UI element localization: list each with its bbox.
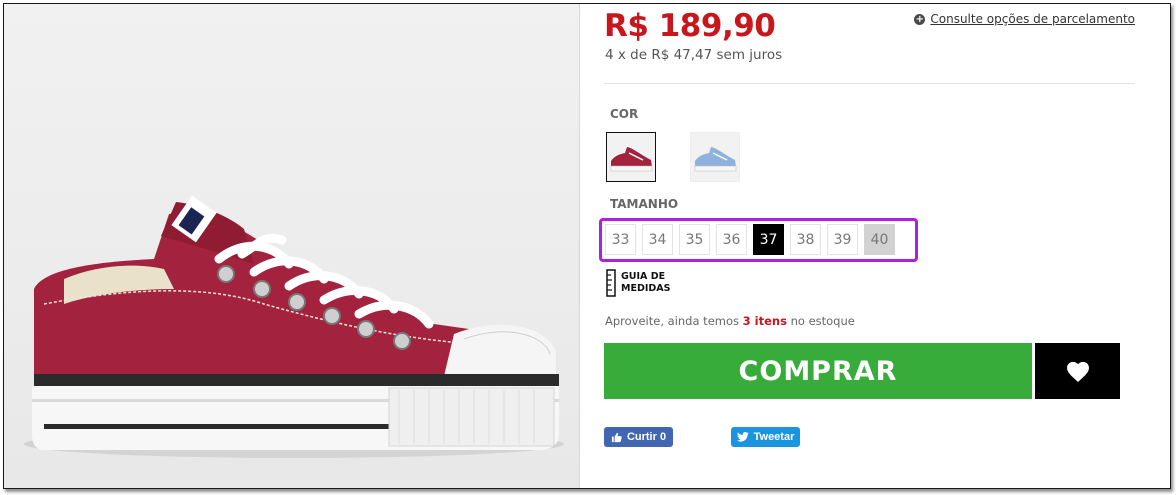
size-guide-label: GUIA DE MEDIDAS xyxy=(621,271,681,295)
size-guide-line2: MEDIDAS xyxy=(621,283,671,294)
product-page: R$ 189,90 4 x de R$ 47,47 sem juros + Co… xyxy=(3,3,1171,489)
stock-suffix: no estoque xyxy=(790,314,855,328)
heart-icon xyxy=(1066,361,1089,382)
color-swatch-bordo[interactable] xyxy=(606,132,656,182)
size-option-33[interactable]: 33 xyxy=(605,224,636,255)
size-option-40[interactable]: 40 xyxy=(864,224,895,255)
size-options: 33 34 35 36 37 38 39 40 xyxy=(605,224,895,255)
tweet-button[interactable]: Tweetar xyxy=(731,427,800,447)
plus-circle-icon: + xyxy=(914,13,926,25)
red-sneaker-thumbnail xyxy=(607,133,655,181)
size-option-35[interactable]: 35 xyxy=(679,224,710,255)
buy-button[interactable]: COMPRAR xyxy=(604,343,1032,399)
tweet-label: Tweetar xyxy=(753,431,795,443)
twitter-bird-icon xyxy=(736,432,749,442)
facebook-like-button[interactable]: Curtir 0 xyxy=(604,427,673,447)
sneaker-illustration xyxy=(24,195,564,458)
size-guide-link[interactable]: GUIA DE MEDIDAS xyxy=(606,269,681,297)
stock-quantity: 3 itens xyxy=(742,314,787,328)
installment-options-label: Consulte opções de parcelamento xyxy=(930,12,1135,26)
stock-prefix: Aproveite, ainda temos xyxy=(605,314,739,328)
divider xyxy=(604,83,1135,84)
installments-text: 4 x de R$ 47,47 sem juros xyxy=(605,47,783,63)
size-option-36[interactable]: 36 xyxy=(716,224,747,255)
blue-sneaker-thumbnail xyxy=(691,133,739,181)
stock-notice: Aproveite, ainda temos 3 itens no estoqu… xyxy=(605,314,855,328)
color-swatch-azul[interactable] xyxy=(690,132,740,182)
size-label: TAMANHO xyxy=(610,197,679,211)
ruler-icon xyxy=(606,269,616,297)
color-label: COR xyxy=(610,107,639,121)
installment-options-link[interactable]: + Consulte opções de parcelamento xyxy=(914,12,1135,26)
size-option-38[interactable]: 38 xyxy=(790,224,821,255)
wishlist-button[interactable] xyxy=(1035,343,1120,399)
size-option-34[interactable]: 34 xyxy=(642,224,673,255)
size-option-39[interactable]: 39 xyxy=(827,224,858,255)
size-guide-line1: GUIA DE xyxy=(621,271,666,282)
product-price: R$ 189,90 xyxy=(604,8,776,44)
thumbs-up-icon xyxy=(611,432,622,442)
product-image xyxy=(4,4,580,488)
facebook-like-label: Curtir 0 xyxy=(626,431,667,443)
size-option-37[interactable]: 37 xyxy=(753,224,784,255)
